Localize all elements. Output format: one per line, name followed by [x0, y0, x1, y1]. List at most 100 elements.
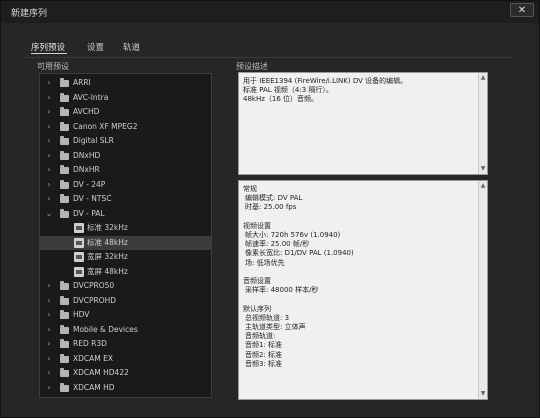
- tree-folder-row[interactable]: › DNxHR: [40, 163, 211, 177]
- tree-item-label: DV - PAL: [73, 208, 105, 218]
- tree-folder-row[interactable]: › XDCAM EX: [40, 352, 211, 366]
- chevron-right-icon[interactable]: ›: [45, 120, 53, 134]
- chevron-right-icon[interactable]: ›: [45, 366, 53, 380]
- tree-item-label: DV - 24P: [73, 179, 106, 189]
- tree-item-label: Digital SLR: [73, 136, 114, 145]
- details-line: 时基: 25.00 fps: [245, 203, 297, 212]
- close-button[interactable]: ✕: [510, 3, 534, 17]
- scroll-up-icon[interactable]: ▲: [479, 74, 487, 82]
- chevron-down-icon[interactable]: ⌄: [45, 207, 53, 221]
- tree-folder-row[interactable]: › Mobile & Devices: [40, 323, 211, 337]
- tree-folder-row[interactable]: › Canon XF MPEG2: [40, 120, 211, 134]
- tree-folder-row[interactable]: › DVCPRO50: [40, 279, 211, 293]
- tree-item-label: DV - NTSC: [73, 194, 112, 203]
- chevron-right-icon[interactable]: ›: [45, 105, 53, 119]
- tree-folder-row[interactable]: › AVC-Intra: [40, 91, 211, 105]
- tree-folder-row[interactable]: › XDCAM HD: [40, 381, 211, 395]
- tree-item-label: AVC-Intra: [73, 92, 109, 102]
- preset-description-label: 预设描述: [236, 62, 268, 71]
- tree-item-label: 标准 32kHz: [87, 223, 128, 232]
- tree-folder-row[interactable]: › RED R3D: [40, 337, 211, 351]
- window-title: 新建序列: [11, 9, 48, 19]
- description-scrollbar[interactable]: ▲ ▼: [478, 73, 487, 174]
- folder-icon: [60, 353, 69, 363]
- details-scrollbar[interactable]: ▲ ▼: [478, 181, 487, 399]
- tab-divider: [25, 57, 513, 58]
- folder-icon: [60, 121, 69, 131]
- active-tab-indicator: [31, 53, 67, 54]
- tree-folder-row[interactable]: › AVCHD: [40, 105, 211, 119]
- close-icon: ✕: [517, 5, 527, 16]
- details-line: 帧大小: 720h 576v (1.0940): [245, 231, 341, 239]
- tree-item-label: DVCPRO50: [73, 281, 115, 290]
- description-line: 标准 PAL 视频（4:3 隔行）。: [243, 86, 333, 94]
- tree-folder-row[interactable]: › HDV: [40, 308, 211, 322]
- details-line: 场: 低场优先: [245, 258, 285, 267]
- folder-icon: [60, 324, 69, 334]
- tree-item-label: DVCPROHD: [73, 295, 117, 305]
- chevron-right-icon[interactable]: ›: [45, 308, 53, 322]
- tree-item-label: Mobile & Devices: [73, 324, 138, 334]
- chevron-right-icon[interactable]: ›: [45, 91, 53, 105]
- description-line: 用于 IEEE1394 (FireWire/i.LINK) DV 设备的编辑。: [243, 77, 408, 85]
- tree-preset-row[interactable]: 标准 48kHz: [40, 235, 211, 250]
- tree-item-label: 标准 48kHz: [87, 237, 128, 247]
- tree-folder-row[interactable]: › DV - NTSC: [40, 192, 211, 206]
- new-sequence-dialog: 新建序列 ✕ 序列预设 设置 轨道 可用预设 预设描述 › ARRI › AVC-In…: [0, 0, 540, 418]
- tree-folder-row[interactable]: › XDCAM HD422: [40, 366, 211, 380]
- preset-description-box: 用于 IEEE1394 (FireWire/i.LINK) DV 设备的编辑。 …: [238, 72, 488, 175]
- tree-preset-row[interactable]: 宽屏 48kHz: [40, 265, 211, 279]
- tree-folder-row[interactable]: ⌄ DV - PAL: [40, 207, 211, 221]
- folder-icon: [60, 310, 69, 319]
- chevron-right-icon[interactable]: ›: [45, 294, 53, 308]
- details-line: 编辑模式: DV PAL: [245, 194, 303, 203]
- chevron-right-icon[interactable]: ›: [45, 337, 53, 351]
- preset-details-box: ▲ ▼ 常规 编辑模式: DV PAL 时基: 25.00 fps 视频设置 帧大小: …: [238, 180, 488, 400]
- preset-file-icon: [74, 223, 84, 233]
- description-line: 48kHz（16 位）音频。: [243, 95, 319, 103]
- chevron-right-icon[interactable]: ›: [45, 76, 53, 90]
- tree-item-label: AVCHD: [73, 107, 100, 116]
- folder-icon: [60, 368, 69, 377]
- scroll-down-icon[interactable]: ▼: [479, 390, 487, 398]
- preset-file-icon: [74, 252, 84, 262]
- tree-item-label: RED R3D: [73, 339, 107, 348]
- chevron-right-icon[interactable]: ›: [45, 352, 53, 366]
- tree-folder-row[interactable]: › DVCPROHD: [40, 294, 211, 308]
- folder-icon: [60, 295, 69, 305]
- tree-preset-row[interactable]: 标准 32kHz: [40, 221, 211, 235]
- folder-icon: [60, 339, 69, 348]
- tree-item-label: ARRI: [73, 78, 91, 87]
- chevron-right-icon[interactable]: ›: [45, 323, 53, 337]
- tab-tracks[interactable]: 轨道: [123, 41, 140, 53]
- chevron-right-icon[interactable]: ›: [45, 279, 53, 293]
- preset-tree[interactable]: › ARRI › AVC-Intra › AVCHD › Canon XF MPEG2 › Dig…: [39, 73, 212, 398]
- tree-folder-row[interactable]: › Digital SLR: [40, 134, 211, 148]
- folder-icon: [60, 382, 69, 392]
- details-line: 帧速率: 25.00 帧/秒: [245, 240, 310, 249]
- folder-icon: [60, 92, 69, 102]
- details-line: 采样率: 48000 样本/秒: [245, 286, 319, 295]
- tab-settings[interactable]: 设置: [87, 41, 104, 53]
- scroll-down-icon[interactable]: ▼: [479, 165, 487, 173]
- chevron-right-icon[interactable]: ›: [45, 134, 53, 148]
- tree-folder-row[interactable]: › ARRI: [40, 76, 211, 90]
- folder-icon: [60, 78, 69, 87]
- tree-item-label: Canon XF MPEG2: [73, 121, 138, 131]
- tree-preset-row[interactable]: 宽屏 32kHz: [40, 250, 211, 264]
- tab-sequence-presets[interactable]: 序列预设: [31, 41, 67, 54]
- scroll-up-icon[interactable]: ▲: [479, 182, 487, 190]
- chevron-right-icon[interactable]: ›: [45, 178, 53, 192]
- details-line: 像素长宽比: D1/DV PAL (1.0940): [245, 249, 354, 258]
- chevron-right-icon[interactable]: ›: [45, 192, 53, 206]
- folder-icon: [60, 194, 69, 203]
- chevron-right-icon[interactable]: ›: [45, 163, 53, 177]
- chevron-right-icon[interactable]: ›: [45, 149, 53, 163]
- details-line: 音频轨道:: [245, 332, 276, 341]
- details-line: 音频设置: [243, 277, 271, 285]
- tree-folder-row[interactable]: › DV - 24P: [40, 178, 211, 192]
- details-line: 总视频轨道: 3: [245, 313, 290, 322]
- details-line: 常规: [243, 185, 257, 193]
- tree-folder-row[interactable]: › DNxHD: [40, 149, 211, 163]
- chevron-right-icon[interactable]: ›: [45, 381, 53, 395]
